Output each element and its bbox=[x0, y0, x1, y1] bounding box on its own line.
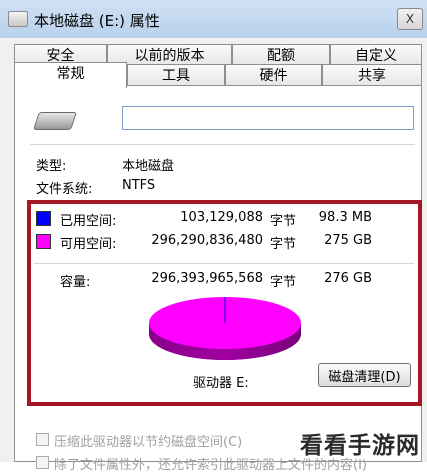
separator bbox=[34, 263, 414, 264]
capacity-unit: 字节 bbox=[270, 275, 297, 290]
compress-checkbox[interactable] bbox=[36, 433, 49, 446]
disk-cleanup-button[interactable]: 磁盘清理(D) bbox=[318, 363, 411, 387]
type-value: 本地磁盘 bbox=[122, 159, 175, 174]
used-unit: 字节 bbox=[270, 214, 297, 229]
capacity-size: 276 GB bbox=[324, 271, 372, 286]
capacity-label: 容量: bbox=[60, 275, 91, 290]
hard-drive-icon bbox=[33, 112, 77, 130]
tab-sharing[interactable]: 共享 bbox=[322, 64, 422, 86]
separator bbox=[30, 144, 415, 145]
drive-title-icon bbox=[8, 11, 28, 27]
filesystem-value: NTFS bbox=[122, 178, 156, 193]
used-size: 98.3 MB bbox=[318, 210, 372, 225]
tab-customize[interactable]: 自定义 bbox=[330, 44, 422, 66]
disk-usage-pie bbox=[149, 297, 301, 360]
window-title: 本地磁盘 (E:) 属性 bbox=[34, 12, 160, 30]
free-bytes: 296,290,836,480 bbox=[151, 233, 263, 248]
drive-name-input[interactable] bbox=[122, 106, 414, 130]
site-watermark: 看看手游网 bbox=[300, 433, 420, 459]
free-unit: 字节 bbox=[270, 237, 297, 252]
tab-general[interactable]: 常规 bbox=[14, 62, 127, 88]
filesystem-label: 文件系统: bbox=[36, 182, 93, 197]
type-label: 类型: bbox=[36, 159, 67, 174]
index-checkbox[interactable] bbox=[36, 456, 49, 469]
used-space-label: 已用空间: bbox=[60, 214, 117, 229]
tab-tools[interactable]: 工具 bbox=[127, 64, 225, 86]
tab-quota[interactable]: 配额 bbox=[232, 44, 330, 66]
tab-hardware[interactable]: 硬件 bbox=[225, 64, 322, 86]
free-size: 275 GB bbox=[324, 233, 372, 248]
title-bar: 本地磁盘 (E:) 属性 X bbox=[0, 0, 427, 39]
capacity-bytes: 296,393,965,568 bbox=[151, 271, 263, 286]
close-button[interactable]: X bbox=[397, 8, 423, 30]
used-bytes: 103,129,088 bbox=[180, 210, 263, 225]
free-color-swatch bbox=[36, 234, 51, 249]
drive-letter-label: 驱动器 E: bbox=[193, 376, 249, 391]
used-color-swatch bbox=[36, 211, 51, 226]
compress-label: 压缩此驱动器以节约磁盘空间(C) bbox=[54, 435, 243, 450]
free-space-label: 可用空间: bbox=[60, 237, 117, 252]
